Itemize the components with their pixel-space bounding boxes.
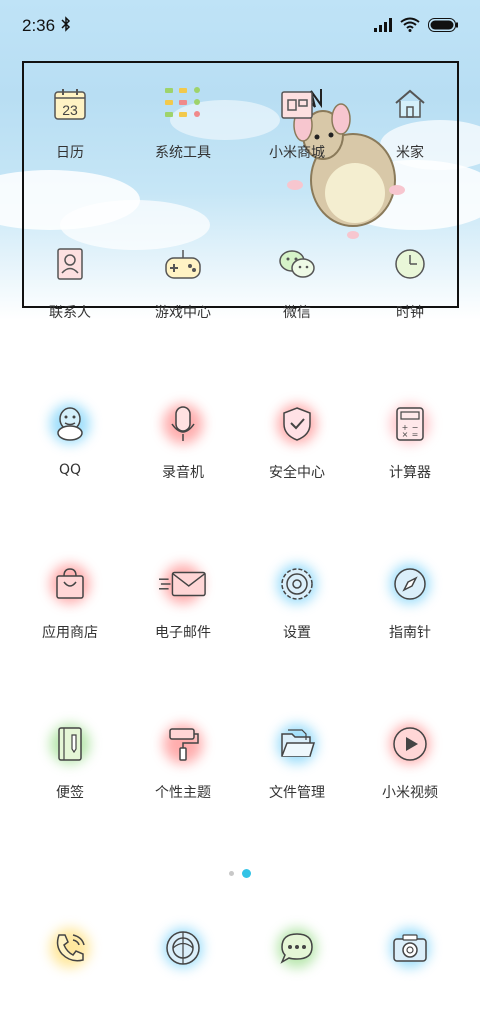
app-label: 便签 (56, 785, 84, 801)
shield-icon (273, 400, 321, 448)
page-dot-1[interactable] (229, 871, 234, 876)
app-themes[interactable]: 个性主题 (133, 720, 233, 802)
shopping-bag-icon (46, 560, 94, 608)
app-label: 设置 (283, 625, 311, 641)
wifi-icon (400, 17, 420, 36)
dock-phone[interactable] (20, 924, 120, 972)
app-clock[interactable]: 时钟 (360, 240, 460, 322)
app-label: QQ (58, 462, 82, 478)
app-email[interactable]: 电子邮件 (133, 560, 233, 642)
app-label: 电子邮件 (155, 625, 211, 641)
page-dot-2[interactable] (242, 869, 251, 878)
app-label: 计算器 (389, 465, 431, 481)
play-icon (386, 720, 434, 768)
clock-icon (386, 240, 434, 288)
status-bar: 2:36 (0, 0, 480, 52)
app-mi-video[interactable]: 小米视频 (360, 720, 460, 802)
mail-icon (159, 560, 207, 608)
app-label: 个性主题 (155, 785, 211, 801)
app-app-store[interactable]: 应用商店 (20, 560, 120, 642)
qq-icon (46, 400, 94, 448)
app-label: 联系人 (49, 305, 91, 321)
browser-icon (159, 924, 207, 972)
app-qq[interactable]: QQ (20, 400, 120, 478)
gear-icon (273, 560, 321, 608)
app-notes[interactable]: 便签 (20, 720, 120, 802)
app-calendar[interactable]: 23 日历 (20, 80, 120, 162)
battery-icon (428, 17, 458, 36)
signal-icon (374, 17, 392, 36)
app-recorder[interactable]: 录音机 (133, 400, 233, 482)
calendar-day: 23 (62, 102, 78, 118)
app-label: 微信 (283, 305, 311, 321)
app-label: 文件管理 (269, 785, 325, 801)
app-calculator[interactable]: + − × = 计算器 (360, 400, 460, 482)
file-manager-icon (273, 720, 321, 768)
dock-camera[interactable] (360, 924, 460, 972)
app-label: 时钟 (396, 305, 424, 321)
page-indicator (0, 869, 480, 878)
paint-roller-icon (159, 720, 207, 768)
app-label: 小米视频 (382, 785, 438, 801)
gamepad-icon (159, 240, 207, 288)
home-icon (386, 80, 434, 128)
compass-icon (386, 560, 434, 608)
app-label: 系统工具 (155, 145, 211, 161)
contacts-icon (46, 240, 94, 288)
app-label: 游戏中心 (155, 305, 211, 321)
app-label: 安全中心 (269, 465, 325, 481)
app-system-tools[interactable]: 系统工具 (133, 80, 233, 162)
app-label: 指南针 (389, 625, 431, 641)
app-label: 米家 (396, 145, 424, 161)
svg-text:=: = (412, 430, 419, 439)
app-contacts[interactable]: 联系人 (20, 240, 120, 322)
app-mi-store[interactable]: 小米商城 (247, 80, 347, 162)
phone-icon (46, 924, 94, 972)
app-label: 小米商城 (269, 145, 325, 161)
app-compass[interactable]: 指南针 (360, 560, 460, 642)
calculator-icon: + − × = (386, 400, 434, 448)
microphone-icon (159, 400, 207, 448)
app-settings[interactable]: 设置 (247, 560, 347, 642)
mi-store-icon (273, 80, 321, 128)
messages-icon (273, 924, 321, 972)
app-wechat[interactable]: 微信 (247, 240, 347, 322)
svg-text:×: × (402, 430, 409, 439)
camera-icon (386, 924, 434, 972)
folder-icon (159, 80, 207, 128)
bluetooth-icon (61, 16, 71, 36)
app-game-center[interactable]: 游戏中心 (133, 240, 233, 322)
app-label: 录音机 (162, 465, 204, 481)
app-label: 应用商店 (42, 625, 98, 641)
dock-messages[interactable] (247, 924, 347, 972)
wechat-icon (273, 240, 321, 288)
calendar-icon: 23 (46, 80, 94, 128)
notepad-icon (46, 720, 94, 768)
app-label: 日历 (56, 145, 84, 161)
app-file-manager[interactable]: 文件管理 (247, 720, 347, 802)
status-time: 2:36 (22, 16, 56, 35)
app-security-center[interactable]: 安全中心 (247, 400, 347, 482)
app-mijia[interactable]: 米家 (360, 80, 460, 162)
dock-browser[interactable] (133, 924, 233, 972)
